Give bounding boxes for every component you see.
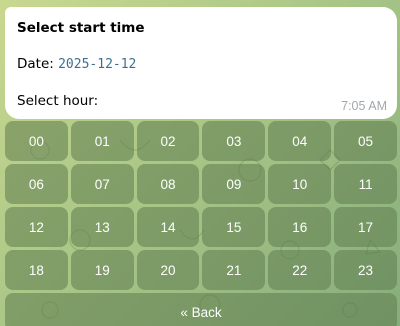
hour-button-16[interactable]: 16 [268, 207, 332, 247]
hour-button-12[interactable]: 12 [5, 207, 68, 247]
hour-button-13[interactable]: 13 [70, 207, 134, 247]
hour-button-23[interactable]: 23 [334, 250, 397, 290]
hour-button-11[interactable]: 11 [334, 164, 397, 204]
hour-button-06[interactable]: 06 [5, 164, 68, 204]
message-title: Select start time [17, 20, 145, 36]
message-hour-prompt: Select hour: [17, 93, 99, 109]
hour-button-20[interactable]: 20 [136, 250, 200, 290]
hour-button-03[interactable]: 03 [202, 121, 266, 161]
hour-button-07[interactable]: 07 [70, 164, 134, 204]
hour-button-17[interactable]: 17 [334, 207, 397, 247]
inline-keyboard: 00 01 02 03 04 05 06 07 08 09 10 11 12 1… [5, 121, 397, 326]
hour-button-21[interactable]: 21 [202, 250, 266, 290]
message-date-line: Date: 2025-12-12 [17, 55, 385, 74]
back-button[interactable]: « Back [5, 293, 397, 326]
hour-button-04[interactable]: 04 [268, 121, 332, 161]
date-value: 2025-12-12 [58, 57, 137, 72]
hour-button-01[interactable]: 01 [70, 121, 134, 161]
bot-message-bubble: Select start time Date: 2025-12-12 Selec… [5, 7, 397, 119]
hour-button-19[interactable]: 19 [70, 250, 134, 290]
hour-button-15[interactable]: 15 [202, 207, 266, 247]
hour-button-09[interactable]: 09 [202, 164, 266, 204]
hour-button-00[interactable]: 00 [5, 121, 68, 161]
date-label: Date: [17, 56, 59, 72]
message-timestamp: 7:05 AM [341, 99, 387, 113]
hour-button-14[interactable]: 14 [136, 207, 200, 247]
hour-button-10[interactable]: 10 [268, 164, 332, 204]
hour-button-22[interactable]: 22 [268, 250, 332, 290]
hour-button-18[interactable]: 18 [5, 250, 68, 290]
hour-button-05[interactable]: 05 [334, 121, 397, 161]
hour-button-02[interactable]: 02 [136, 121, 200, 161]
hour-button-08[interactable]: 08 [136, 164, 200, 204]
